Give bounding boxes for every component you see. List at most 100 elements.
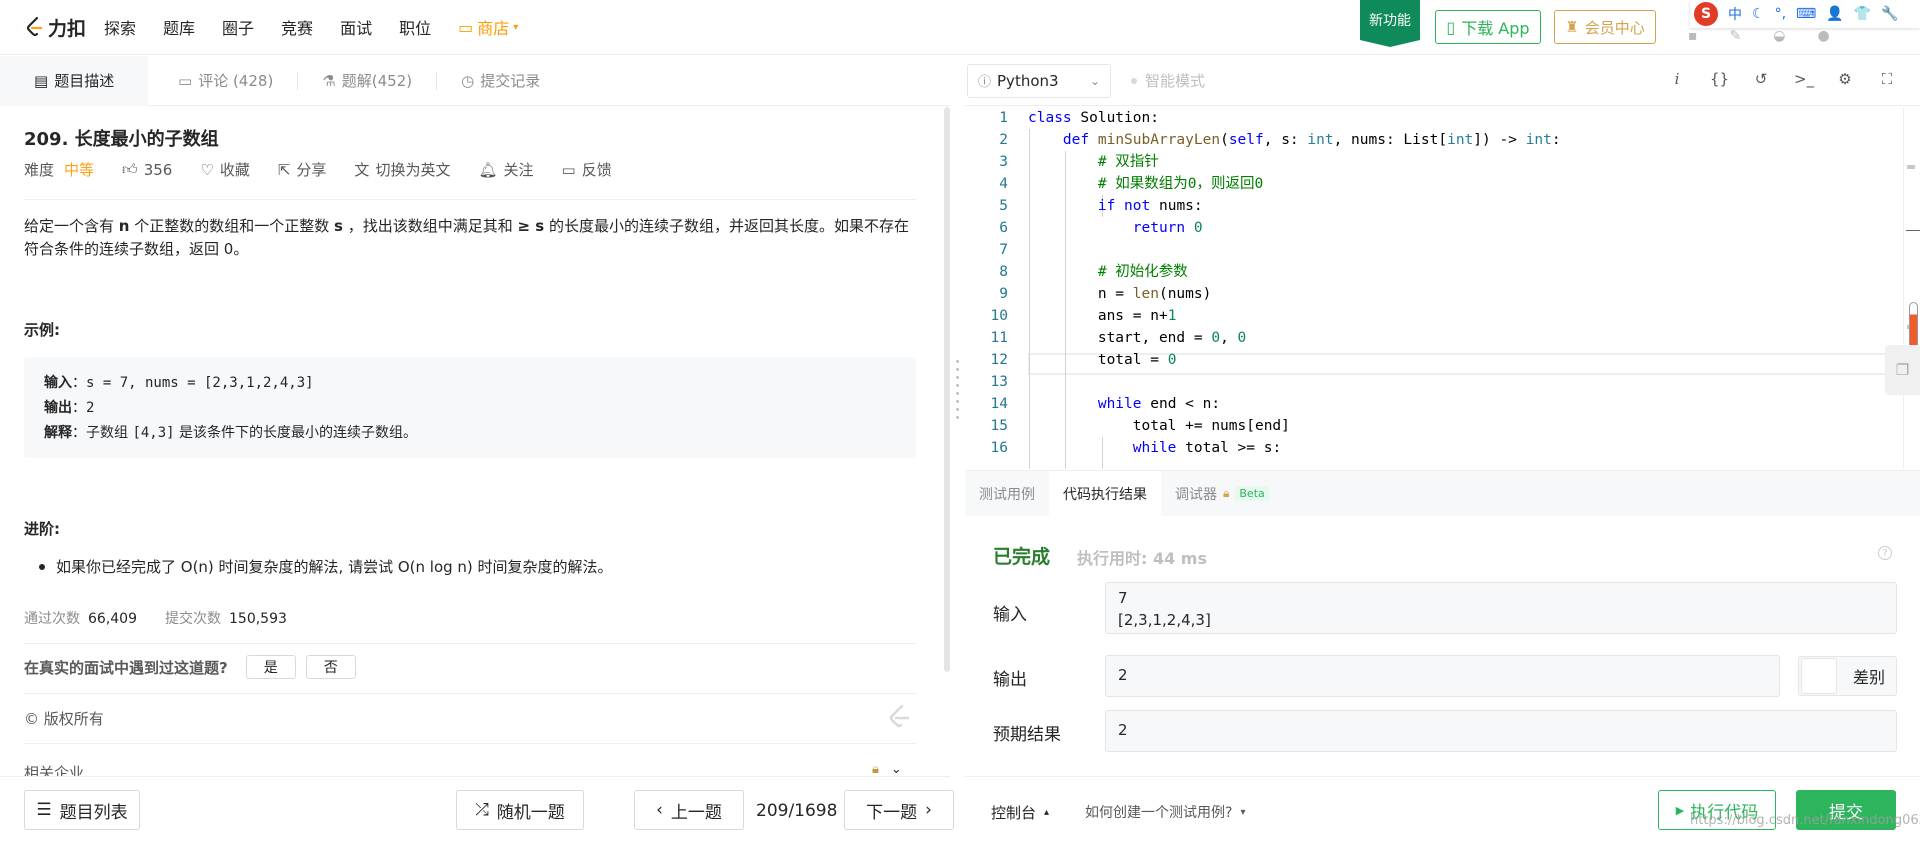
download-app-label: 下载 App (1461, 19, 1530, 38)
related-companies[interactable]: 相关企业 (24, 762, 84, 776)
code-scrollbar[interactable] (1903, 107, 1920, 469)
output-box: 2 (1105, 655, 1780, 697)
nav-contest[interactable]: 竞赛 (281, 15, 313, 39)
tab-comments[interactable]: ▭ 评论 (428) (148, 56, 297, 106)
follow-button[interactable]: 🔔︎ 关注 (478, 159, 533, 180)
no-button[interactable]: 否 (305, 655, 356, 679)
difficulty-value: 中等 (64, 161, 95, 179)
console-toggle-label: 控制台 (991, 804, 1037, 822)
shirt-icon[interactable]: 👕 (1854, 6, 1871, 22)
code-line: 12 total = 0 (965, 349, 1903, 371)
nav-problems[interactable]: 题库 (163, 15, 195, 39)
diff-toggle[interactable]: 差别 (1798, 656, 1897, 696)
moon-icon[interactable]: ☾ (1752, 6, 1765, 22)
output-label: 输出 (993, 670, 1027, 690)
flask-icon: ⚗ (322, 71, 336, 90)
braces-icon[interactable]: {} (1710, 70, 1729, 88)
example-explain-code: [4,3] (132, 425, 175, 441)
tab-debugger[interactable]: 调试器 🔒︎ Beta (1161, 471, 1283, 516)
nav-interview[interactable]: 面试 (340, 15, 372, 39)
console-toggle[interactable]: 控制台 ▴ (991, 802, 1049, 823)
favorite-button[interactable]: ♡ 收藏 (200, 159, 249, 180)
howto-testcase-link[interactable]: 如何创建一个测试用例? ▾ (1085, 802, 1245, 822)
like-button[interactable]: 👍︎ 356 (122, 160, 172, 179)
next-problem-button[interactable]: 下一题 › (844, 790, 954, 830)
bell-icon[interactable]: ◒ (1773, 28, 1785, 44)
yes-button[interactable]: 是 (245, 655, 296, 679)
feedback-button[interactable]: ▭ 反馈 (562, 159, 612, 180)
punctuation-icon[interactable]: °, (1775, 6, 1786, 22)
smart-mode-toggle[interactable]: 智能模式 (1131, 70, 1205, 91)
editor-toolbar: ⓘ Python3 ⌄ 智能模式 i {} ↺ >_ ⚙ ⛶ (965, 56, 1920, 106)
scroll-marker (1907, 165, 1915, 169)
help-icon[interactable]: ? (1878, 546, 1892, 560)
switch-language-button[interactable]: 文切换为英文 (354, 159, 450, 180)
tab-description[interactable]: ▤ 题目描述 (0, 55, 148, 106)
member-center-button[interactable]: ♜ 会员中心 (1554, 10, 1656, 44)
accepted-label: 通过次数 (24, 611, 80, 627)
nav-jobs[interactable]: 职位 (399, 15, 431, 39)
desc-text: ，找出该数组中满足其和 (342, 217, 518, 235)
expected-label: 预期结果 (993, 725, 1061, 745)
thumbs-up-icon: 👍︎ (122, 160, 138, 178)
related-companies-controls: 🔒︎ ⌄ (872, 762, 902, 776)
ime-toolbar[interactable]: S 中 ☾ °, ⌨ 👤 👕 🔧 (1690, 0, 1920, 28)
follow-label: 关注 (503, 161, 534, 179)
random-problem-button[interactable]: ⤮ 随机一题 (456, 790, 584, 830)
edit-icon[interactable]: ✎ (1730, 28, 1742, 44)
nav-shop[interactable]: ▭ 商店 ▾ (458, 15, 518, 39)
tab-testcase[interactable]: 测试用例 (965, 471, 1049, 516)
input-box: 7 [2,3,1,2,4,3] (1105, 582, 1897, 634)
ime-lang[interactable]: 中 (1728, 4, 1742, 24)
difficulty-label: 难度 (24, 161, 55, 179)
float-panel-toggle[interactable]: ❐ (1885, 345, 1920, 395)
tab-result[interactable]: 代码执行结果 (1049, 471, 1161, 516)
chevron-right-icon: › (925, 800, 932, 820)
left-scrollbar[interactable] (944, 107, 950, 672)
prev-problem-button[interactable]: ‹ 上一题 (634, 790, 744, 830)
diff-switch[interactable] (1801, 658, 1837, 694)
heart-icon: ♡ (200, 160, 214, 179)
sogou-logo-icon[interactable]: S (1694, 2, 1718, 26)
keyboard-icon[interactable]: ⌨ (1796, 6, 1816, 22)
description-icon: ▤ (34, 71, 49, 90)
problem-list-button[interactable]: ☰ 题目列表 (24, 790, 140, 830)
wrench-icon[interactable]: 🔧 (1881, 6, 1898, 22)
nav-explore[interactable]: 探索 (104, 15, 136, 39)
code-editor[interactable]: 1 class Solution: 2 def minSubArrayLen(se… (965, 107, 1903, 469)
user-icon[interactable]: 👤 (1826, 6, 1843, 22)
tab-submissions[interactable]: ◷ 提交记录 (437, 56, 564, 106)
problem-index: 209/1698 (756, 801, 838, 821)
language-select[interactable]: ⓘ Python3 ⌄ (967, 63, 1111, 98)
download-app-button[interactable]: ▯ 下载 App (1435, 10, 1541, 44)
code-line: 16 while total >= s: (965, 437, 1903, 459)
translate-icon: 文 (354, 161, 370, 179)
new-feature-badge[interactable]: 新功能 (1360, 0, 1420, 47)
chevron-down-icon[interactable]: ⌄ (891, 762, 902, 776)
desc-var-s: s (334, 217, 343, 235)
header-hidden-icons: ▪ ✎ ◒ ● (1688, 28, 1830, 44)
leetcode-logo[interactable]: 力扣 (24, 14, 104, 41)
panel-resizer[interactable] (956, 360, 960, 420)
reset-icon[interactable]: ↺ (1752, 70, 1770, 88)
desc-condition: ≥ s (517, 217, 545, 235)
line-number: 8 (999, 264, 1008, 280)
fullscreen-icon[interactable]: ⛶ (1878, 70, 1896, 88)
tab-solutions[interactable]: ⚗ 题解(452) (298, 56, 436, 106)
chevron-left-icon: ‹ (656, 800, 663, 820)
example-heading: 示例: (24, 321, 60, 339)
line-number: 15 (990, 418, 1008, 434)
avatar[interactable]: ● (1817, 28, 1829, 44)
chevron-down-icon: ⌄ (1089, 73, 1100, 88)
result-panel: 已完成 执行用时: 44 ms ? 输入 7 [2,3,1,2,4,3] 输出 … (965, 516, 1920, 776)
terminal-icon[interactable]: >_ (1794, 70, 1814, 88)
settings-icon[interactable]: ⚙ (1836, 70, 1854, 88)
info-icon[interactable]: i (1668, 70, 1686, 88)
example-input-line: 输入：s = 7, nums = [2,3,1,2,4,3] (44, 371, 896, 396)
share-button[interactable]: ⇱ 分享 (278, 159, 327, 180)
code-line: 2 def minSubArrayLen(self, s: int, nums:… (965, 129, 1903, 151)
notification-icon[interactable]: ▪ (1688, 28, 1698, 44)
difficulty: 难度 中等 (24, 159, 94, 180)
nav-circle[interactable]: 圈子 (222, 15, 254, 39)
tab-description-label: 题目描述 (54, 72, 115, 90)
